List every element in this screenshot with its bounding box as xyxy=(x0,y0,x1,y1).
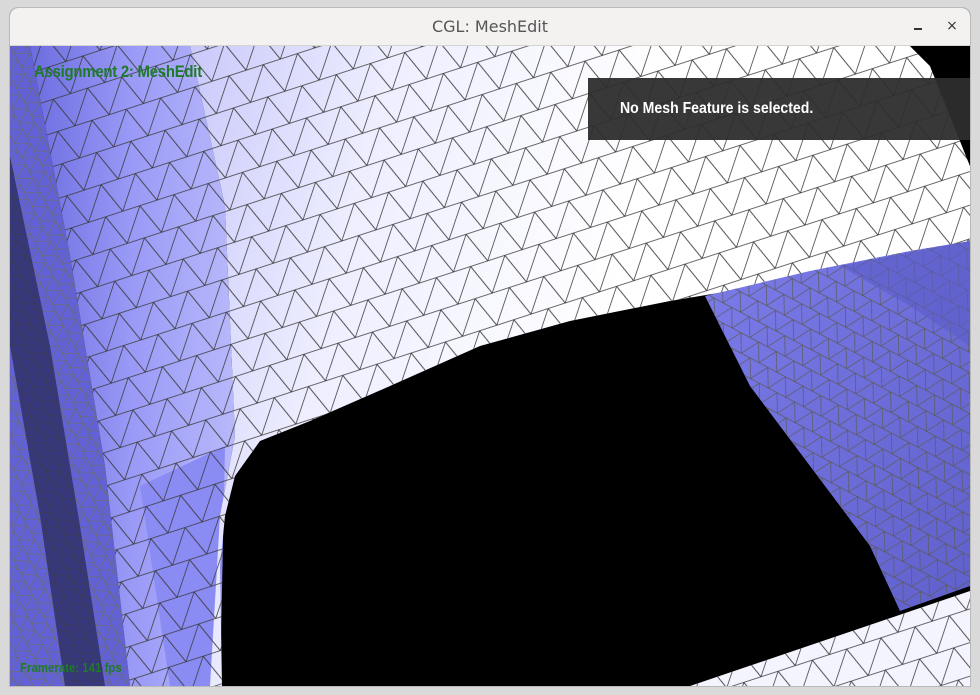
close-icon: × xyxy=(946,18,958,34)
framerate-readout: Framerate: 141 fps xyxy=(20,660,122,675)
minimize-button[interactable] xyxy=(907,15,929,37)
close-button[interactable]: × xyxy=(941,15,963,37)
assignment-title: Assignment 2: MeshEdit xyxy=(34,62,202,81)
selection-status-text: No Mesh Feature is selected. xyxy=(620,100,814,117)
minimize-icon xyxy=(914,28,922,30)
app-window: CGL: MeshEdit × Assignment 2: MeshEdit N… xyxy=(10,8,970,686)
selection-info-panel: No Mesh Feature is selected. xyxy=(588,78,970,140)
mesh-render xyxy=(10,46,970,686)
title-bar[interactable]: CGL: MeshEdit × xyxy=(10,8,970,46)
window-title: CGL: MeshEdit xyxy=(431,17,549,36)
mesh-viewport[interactable]: Assignment 2: MeshEdit No Mesh Feature i… xyxy=(10,46,970,686)
